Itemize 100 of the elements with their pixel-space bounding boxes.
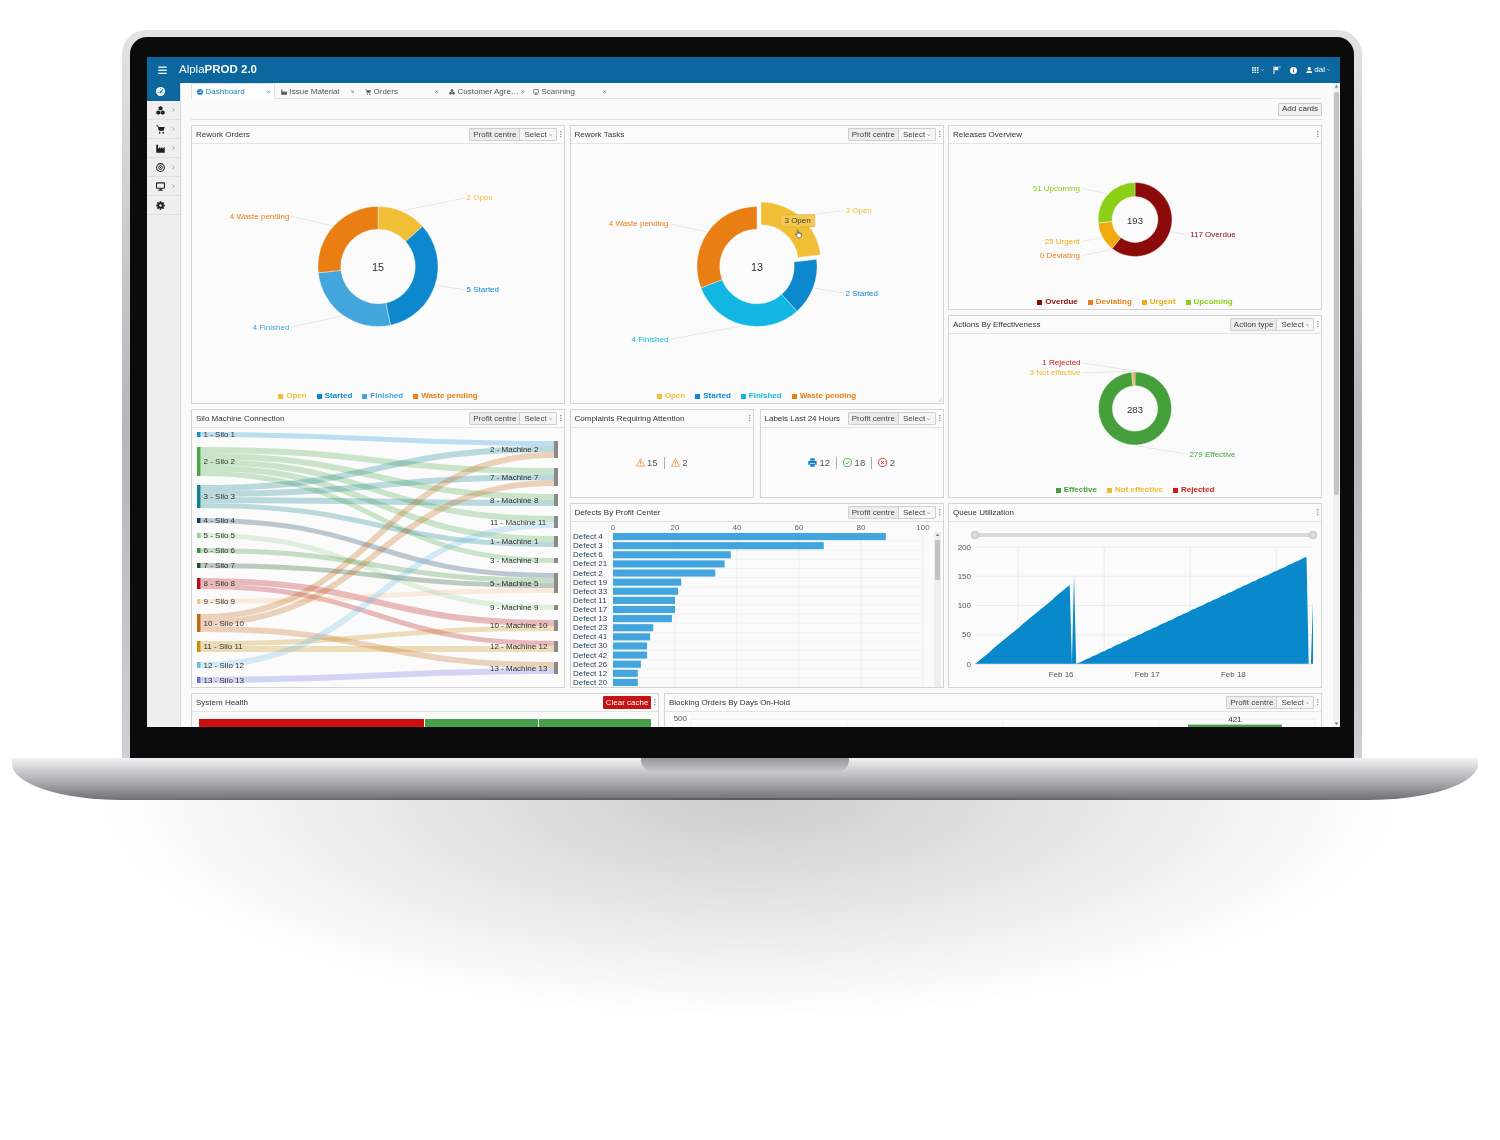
caret-down-icon (927, 511, 931, 514)
gauge-icon (155, 87, 165, 96)
axis-tick-label: 60 (794, 522, 803, 532)
close-icon[interactable] (350, 89, 354, 94)
category-label: Defect 17 (572, 605, 607, 614)
user-menu[interactable]: dal (1305, 66, 1330, 74)
node-label: 7 - Silo 7 (203, 561, 236, 570)
sankey-node (554, 536, 558, 547)
tab[interactable]: Customer Agre… (443, 83, 527, 99)
select-dropdown[interactable]: Select (898, 507, 935, 518)
donut-total: 283 (1127, 403, 1143, 415)
node-label: 4 - Silo 4 (203, 516, 236, 525)
monitor-icon (155, 181, 165, 191)
tab[interactable]: Scanning (527, 83, 611, 99)
axis-tick-label: Feb 18 (1220, 669, 1246, 679)
tab[interactable]: Dashboard (191, 83, 275, 99)
select-dropdown[interactable]: Select (898, 129, 935, 140)
axis-tick-label: 0 (966, 659, 971, 669)
info-icon[interactable] (1289, 66, 1297, 74)
category-label: Defect 19 (572, 577, 607, 587)
node-label: 6 - Silo 6 (203, 546, 236, 555)
node-label: 11 - Silo 11 (203, 642, 243, 651)
error-circle-icon (878, 458, 888, 467)
caret-down-icon (1327, 69, 1330, 71)
slice-label: 25 Urgent (1044, 237, 1080, 247)
kebab-menu-icon[interactable] (938, 131, 941, 138)
slider-handle[interactable] (1308, 530, 1318, 540)
kebab-menu-icon[interactable] (748, 415, 751, 422)
select-dropdown[interactable]: Select (1277, 319, 1314, 330)
tab[interactable]: Issue Material (275, 83, 359, 99)
slice-label: 1 Rejected (1042, 358, 1081, 368)
cubes-icon (155, 105, 165, 115)
category-label: Defect 11 (572, 595, 607, 605)
scrollbar[interactable] (933, 532, 941, 687)
settings-icon (155, 200, 165, 210)
axis-tick-label: 20 (670, 522, 679, 532)
clear-cache-button[interactable]: Clear cache (602, 696, 652, 709)
slice-label: 0 Deviating (1039, 251, 1080, 261)
slice-label: 279 Effective (1189, 449, 1236, 459)
menu-icon[interactable] (157, 65, 168, 75)
resize-grip-icon[interactable] (937, 398, 942, 402)
close-icon[interactable] (434, 89, 438, 94)
close-icon[interactable] (266, 89, 270, 94)
legend-label: Deviating (1095, 298, 1132, 306)
filter-label: Profit centre (848, 129, 899, 140)
select-dropdown[interactable]: Select (520, 129, 557, 140)
legend-label: Overdue (1045, 298, 1078, 306)
node-label: 7 - Machine 7 (490, 472, 539, 482)
donut-total: 193 (1127, 214, 1143, 226)
node-label: 3 - Silo 3 (203, 492, 236, 501)
kebab-menu-icon[interactable] (938, 509, 941, 516)
chevron-right-icon (172, 107, 175, 113)
bar-value-label: 421 (1228, 715, 1242, 724)
connector-line (1081, 188, 1108, 195)
sidebar-item[interactable] (147, 83, 180, 101)
node-label: 11 - Machine 11 (490, 517, 547, 527)
node-label: 5 - Machine 5 (490, 578, 539, 588)
select-dropdown[interactable]: Select (898, 413, 935, 424)
target-icon (155, 162, 165, 172)
count-value: 2 (682, 457, 688, 468)
node-label: 9 - Machine 9 (490, 603, 539, 612)
category-label: Defect 21 (572, 559, 607, 569)
axis-tick-label: 80 (856, 522, 865, 532)
apps-menu-button[interactable] (1252, 66, 1264, 74)
flag-icon[interactable] (1272, 66, 1281, 74)
slice-label: 3 Not effective (1029, 368, 1081, 378)
connector-line (813, 287, 844, 294)
select-dropdown[interactable]: Select (1277, 697, 1314, 708)
filter-label: Profit centre (1227, 697, 1278, 708)
card-title: Releases Overview (953, 130, 1022, 139)
sankey-node (554, 573, 558, 593)
select-dropdown[interactable]: Select (520, 413, 557, 424)
legend-label: Finished (370, 392, 404, 400)
caret-down-icon (927, 417, 931, 420)
legend-label: Urgent (1149, 298, 1176, 306)
sankey-node (554, 441, 558, 458)
close-icon[interactable] (521, 89, 525, 94)
tab[interactable]: Orders (359, 83, 443, 99)
scrollbar[interactable] (1333, 83, 1340, 727)
close-icon[interactable] (602, 89, 606, 94)
node-label: 13 - Machine 13 (490, 663, 548, 673)
filter-label: Profit centre (848, 413, 899, 424)
count-value: 12 (819, 457, 831, 468)
node-label: 8 - Silo 8 (203, 579, 236, 588)
add-cards-button[interactable]: Add cards (1277, 102, 1322, 116)
category-label: Defect 3 (572, 541, 603, 551)
donut-total: 13 (750, 261, 763, 273)
node-label: 3 - Machine 3 (490, 556, 539, 565)
sankey-node (554, 641, 558, 652)
connector-line (1081, 237, 1102, 242)
node-label: 12 - Silo 12 (203, 660, 244, 670)
caret-down-icon (927, 133, 931, 136)
category-label: Defect 23 (572, 623, 607, 633)
category-label: Defect 33 (572, 586, 607, 596)
slider-handle[interactable] (970, 530, 980, 540)
kebab-menu-icon[interactable] (938, 415, 941, 422)
chevron-right-icon (172, 183, 175, 189)
legend-label: Rejected (1181, 486, 1215, 494)
axis-tick-label: 0 (610, 522, 615, 532)
node-label: 1 - Silo 1 (203, 430, 236, 439)
